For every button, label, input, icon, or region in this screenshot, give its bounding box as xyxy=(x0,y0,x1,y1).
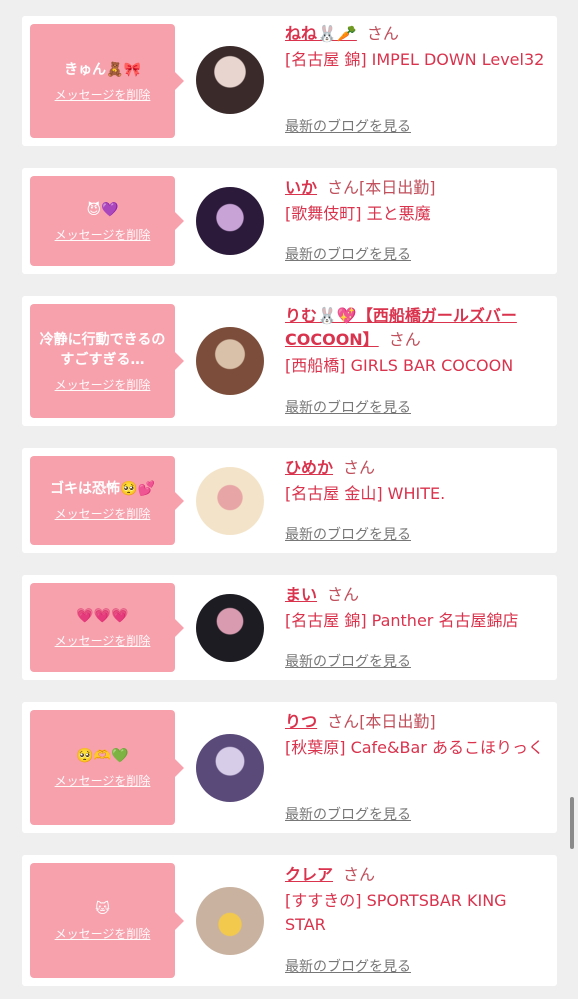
message-text: 💗💗💗 xyxy=(76,608,129,624)
cast-card: 💗💗💗 メッセージを削除 まい さん [名古屋 錦] Panther 名古屋錦店 … xyxy=(22,575,557,680)
cast-name-link[interactable]: まい xyxy=(285,585,317,604)
shop-name: [秋葉原] Cafe&Bar あるこほりっく xyxy=(285,738,544,757)
cast-info: まい さん [名古屋 錦] Panther 名古屋錦店 xyxy=(285,583,547,633)
latest-blog-link[interactable]: 最新のブログを見る xyxy=(285,397,411,417)
honorific: さん xyxy=(366,24,399,43)
cast-card: 冷静に行動できるのすごすぎる… メッセージを削除 りむ🐰💖【西船橋ガールズバーC… xyxy=(22,296,557,426)
cast-info: りつ さん[本日出勤] [秋葉原] Cafe&Bar あるこほりっく xyxy=(285,710,547,760)
message-text: 冷静に行動できるのすごすぎる… xyxy=(39,331,166,368)
shop-name: [名古屋 錦] IMPEL DOWN Level32 xyxy=(285,50,545,69)
honorific: さん xyxy=(327,585,360,604)
message-text: 🥺🫶💚 xyxy=(76,748,129,764)
delete-message-link[interactable]: メッセージを削除 xyxy=(55,86,151,103)
avatar[interactable] xyxy=(196,887,264,955)
cast-card: 😈💜 メッセージを削除 いか さん[本日出勤] [歌舞伎町] 王と悪魔 最新のブロ… xyxy=(22,168,557,274)
delete-message-link[interactable]: メッセージを削除 xyxy=(55,632,151,649)
cast-name-link[interactable]: りつ xyxy=(285,712,317,731)
delete-message-link[interactable]: メッセージを削除 xyxy=(55,226,151,243)
cast-card: 🥺🫶💚 メッセージを削除 りつ さん[本日出勤] [秋葉原] Cafe&Bar あ… xyxy=(22,702,557,833)
message-bubble: 💗💗💗 メッセージを削除 xyxy=(30,583,184,672)
scrollbar[interactable] xyxy=(570,797,574,849)
message-bubble: ゴキは恐怖🥺💕 メッセージを削除 xyxy=(30,456,184,545)
message-bubble: きゅん🧸🎀 メッセージを削除 xyxy=(30,24,184,138)
honorific: さん xyxy=(343,458,376,477)
message-bubble: 🐱 メッセージを削除 xyxy=(30,863,184,978)
shop-name: [すすきの] SPORTSBAR KING STAR xyxy=(285,891,507,934)
cast-name-link[interactable]: いか xyxy=(285,178,317,197)
avatar[interactable] xyxy=(196,46,264,114)
latest-blog-link[interactable]: 最新のブログを見る xyxy=(285,524,411,544)
latest-blog-link[interactable]: 最新のブログを見る xyxy=(285,956,411,976)
avatar[interactable] xyxy=(196,327,264,395)
message-text: 🐱 xyxy=(95,901,110,917)
delete-message-link[interactable]: メッセージを削除 xyxy=(55,772,151,789)
status-label: [本日出勤] xyxy=(359,178,436,197)
avatar[interactable] xyxy=(196,594,264,662)
latest-blog-link[interactable]: 最新のブログを見る xyxy=(285,651,411,671)
cast-card: きゅん🧸🎀 メッセージを削除 ねね🐰🥕 さん [名古屋 錦] IMPEL DOWN… xyxy=(22,16,557,146)
cast-card: ゴキは恐怖🥺💕 メッセージを削除 ひめか さん [名古屋 金山] WHITE. 最… xyxy=(22,448,557,553)
delete-message-link[interactable]: メッセージを削除 xyxy=(55,376,151,393)
honorific: さん xyxy=(327,712,360,731)
message-bubble: 😈💜 メッセージを削除 xyxy=(30,176,184,266)
cast-name-link[interactable]: クレア xyxy=(285,865,333,884)
status-label: [本日出勤] xyxy=(359,712,436,731)
latest-blog-link[interactable]: 最新のブログを見る xyxy=(285,804,411,824)
cast-info: いか さん[本日出勤] [歌舞伎町] 王と悪魔 xyxy=(285,176,547,226)
cast-info: クレア さん [すすきの] SPORTSBAR KING STAR xyxy=(285,863,547,937)
honorific: さん xyxy=(327,178,360,197)
message-text: ゴキは恐怖🥺💕 xyxy=(50,481,155,497)
honorific: さん xyxy=(343,865,376,884)
avatar[interactable] xyxy=(196,734,264,802)
shop-name: [名古屋 金山] WHITE. xyxy=(285,484,446,503)
delete-message-link[interactable]: メッセージを削除 xyxy=(55,505,151,522)
honorific: さん xyxy=(388,330,421,349)
message-bubble: 🥺🫶💚 メッセージを削除 xyxy=(30,710,184,825)
shop-name: [歌舞伎町] 王と悪魔 xyxy=(285,204,431,223)
message-bubble: 冷静に行動できるのすごすぎる… メッセージを削除 xyxy=(30,304,184,418)
delete-message-link[interactable]: メッセージを削除 xyxy=(55,925,151,942)
cast-name-link[interactable]: ねね🐰🥕 xyxy=(285,24,357,43)
cast-info: ひめか さん [名古屋 金山] WHITE. xyxy=(285,456,547,506)
latest-blog-link[interactable]: 最新のブログを見る xyxy=(285,244,411,264)
avatar[interactable] xyxy=(196,467,264,535)
latest-blog-link[interactable]: 最新のブログを見る xyxy=(285,116,411,136)
cast-name-link[interactable]: ひめか xyxy=(285,458,333,477)
shop-name: [西船橋] GIRLS BAR COCOON xyxy=(285,356,514,375)
shop-name: [名古屋 錦] Panther 名古屋錦店 xyxy=(285,611,519,630)
message-text: きゅん🧸🎀 xyxy=(64,61,141,78)
message-text: 😈💜 xyxy=(86,201,119,218)
avatar[interactable] xyxy=(196,187,264,255)
cast-card: 🐱 メッセージを削除 クレア さん [すすきの] SPORTSBAR KING S… xyxy=(22,855,557,986)
cast-info: ねね🐰🥕 さん [名古屋 錦] IMPEL DOWN Level32 xyxy=(285,22,547,72)
cast-info: りむ🐰💖【西船橋ガールズバーCOCOON】 さん [西船橋] GIRLS BAR … xyxy=(285,304,547,378)
